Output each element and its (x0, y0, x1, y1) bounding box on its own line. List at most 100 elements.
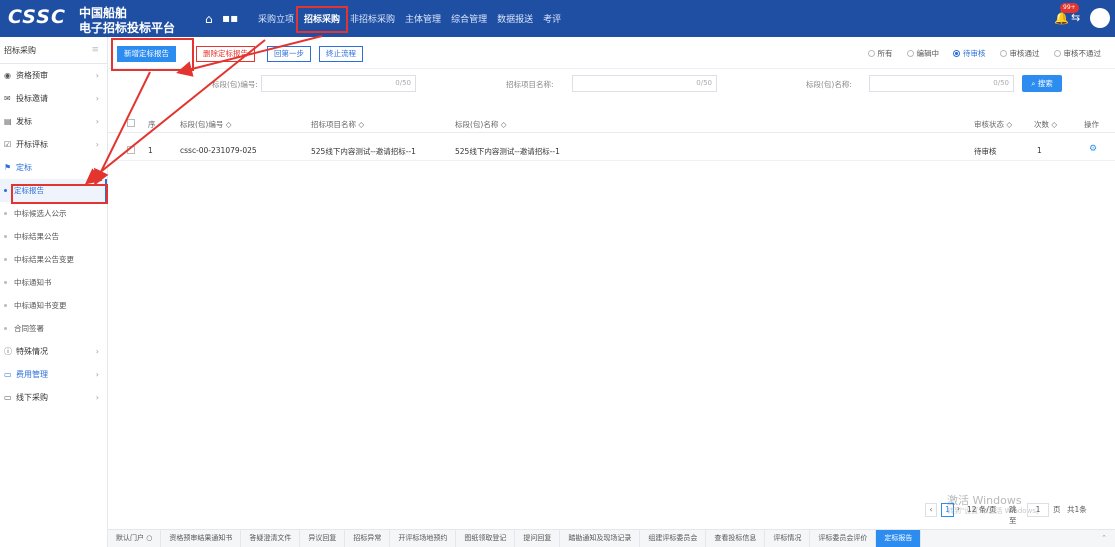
sidebar-item[interactable]: ▤ 发标 › (0, 110, 107, 133)
tab[interactable]: 资格预审结果通知书 (161, 530, 242, 547)
col-status[interactable]: 审核状态 ◇ (974, 119, 1012, 130)
tab[interactable]: 踏勘通知及现场记录 (560, 530, 641, 547)
sidebar-title: 招标采购 ≡ (0, 37, 107, 64)
flag-icon: ⚑ (4, 163, 12, 172)
sidebar-item-label: 开标评标 (16, 140, 48, 149)
project-input[interactable]: 0/50 (572, 75, 717, 92)
per-page-select[interactable]: 12 条/页 (967, 504, 996, 515)
nav-item[interactable]: 考评 (543, 12, 561, 25)
search-button[interactable]: ⌕ 搜索 (1022, 75, 1062, 92)
tab[interactable]: 答疑澄清文件 (241, 530, 301, 547)
char-count: 0/50 (993, 79, 1009, 87)
menu-icon[interactable]: ≡ (91, 37, 99, 64)
brand-line-2: 电子招标投标平台 (79, 21, 176, 35)
top-header: CSSC 中国船舶 电子招标投标平台 ⌂ ▪▪ 采购立项 招标采购 非招标采购 … (0, 0, 1115, 37)
dot-icon (4, 212, 7, 215)
sidebar-subitem[interactable]: 中标候选人公示 (0, 202, 107, 225)
gear-icon[interactable]: ⚙ (1089, 144, 1097, 154)
delete-report-button[interactable]: 删除定标报告 (196, 46, 255, 62)
page-number[interactable]: 1 (941, 503, 954, 517)
chevron-right-icon: › (95, 393, 99, 402)
dot-icon (4, 304, 7, 307)
tab[interactable]: 图纸领取登记 (456, 530, 516, 547)
chevron-right-icon: › (95, 117, 99, 126)
sidebar-subitem[interactable]: 中标通知书变更 (0, 294, 107, 317)
home-icon[interactable]: ⌂ (205, 12, 213, 26)
sidebar-subitem-label: 合同签署 (14, 324, 44, 333)
prev-page-button[interactable]: ‹ (925, 503, 937, 517)
sidebar-item[interactable]: ◉ 资格预审 › (0, 64, 107, 87)
sidebar-item-expanded[interactable]: ⚑ 定标 (0, 156, 107, 179)
col-code[interactable]: 标段(包)编号 ◇ (180, 119, 232, 130)
radio-selected-icon (953, 50, 960, 57)
col-count[interactable]: 次数 ◇ (1034, 119, 1057, 130)
toolbar: 新增定标报告 删除定标报告 回第一步 终止流程 所有 编辑中 待审核 审核通过 … (108, 37, 1115, 69)
annotation-box-sidebar (11, 184, 108, 204)
jump-input[interactable]: 1 (1027, 503, 1049, 517)
sidebar-item[interactable]: ✉ 投标邀请 › (0, 87, 107, 110)
nav-item[interactable]: 主体管理 (405, 12, 441, 25)
col-project[interactable]: 招标项目名称 ◇ (311, 119, 364, 130)
name-label: 标段(包)名称: (806, 80, 852, 89)
tab[interactable]: 查看投标信息 (706, 530, 766, 547)
switch-icon[interactable]: ⇆ (1071, 11, 1080, 24)
check-icon: ☑ (4, 140, 12, 149)
tab[interactable]: 招标异常 (345, 530, 391, 547)
nav-item[interactable]: 非招标采购 (350, 12, 395, 25)
tab[interactable]: 异议回复 (300, 530, 346, 547)
dot-icon (4, 281, 7, 284)
table-row[interactable]: 1 cssc-00-231079-025 525线下内容测试--邀请招标--1 … (108, 141, 1115, 161)
info-icon: ⓘ (4, 347, 12, 356)
sidebar-item[interactable]: ☑ 开标评标 › (0, 133, 107, 156)
status-filter: 所有 编辑中 待审核 审核通过 审核不通过 (854, 48, 1101, 59)
name-input[interactable]: 0/50 (869, 75, 1014, 92)
radio-pending[interactable]: 待审核 (953, 48, 986, 59)
search-icon: ⌕ (1031, 79, 1038, 88)
sidebar-item-label: 资格预审 (16, 71, 48, 80)
row-checkbox[interactable] (127, 146, 135, 154)
folder-icon: ▭ (4, 393, 12, 402)
code-input[interactable]: 0/50 (261, 75, 416, 92)
chevron-right-icon: › (95, 370, 99, 379)
avatar[interactable] (1090, 8, 1110, 28)
refresh-icon: ○ (146, 534, 153, 542)
radio-approved[interactable]: 审核通过 (999, 48, 1040, 59)
sidebar-item[interactable]: ▭ 线下采购 › (0, 386, 107, 409)
sidebar-subitem[interactable]: 中标通知书 (0, 271, 107, 294)
radio-rejected[interactable]: 审核不通过 (1053, 48, 1101, 59)
sidebar-subitem[interactable]: 合同签署 (0, 317, 107, 340)
tab[interactable]: 开评标场地预约 (390, 530, 457, 547)
tab-portal[interactable]: 默认门户 ○ (108, 530, 162, 547)
nav-item[interactable]: 采购立项 (258, 12, 294, 25)
radio-label: 待审核 (963, 49, 986, 58)
sidebar-subitem[interactable]: 中标结果公告 (0, 225, 107, 248)
tab[interactable]: 评标委员会评价 (810, 530, 877, 547)
select-all-checkbox[interactable] (127, 119, 135, 127)
col-name[interactable]: 标段(包)名称 ◇ (455, 119, 507, 130)
grid-icon[interactable]: ▪▪ (222, 11, 238, 25)
tab[interactable]: 组建评标委员会 (640, 530, 707, 547)
sidebar-item[interactable]: ⓘ 特殊情况 › (0, 340, 107, 363)
tab-active[interactable]: 定标报告 (876, 530, 922, 547)
row-project: 525线下内容测试--邀请招标--1 (311, 147, 416, 156)
terminate-button[interactable]: 终止流程 (319, 46, 363, 62)
sidebar-item[interactable]: ▭ 费用管理 › (0, 363, 107, 386)
sidebar-item-label: 投标邀请 (16, 94, 48, 103)
radio-all[interactable]: 所有 (867, 48, 893, 59)
nav-item[interactable]: 综合管理 (451, 12, 487, 25)
row-code: cssc-00-231079-025 (180, 146, 257, 155)
sidebar-subitem-label: 中标通知书 (14, 278, 52, 287)
tab[interactable]: 评标情况 (765, 530, 811, 547)
bell-icon[interactable]: 🔔 (1054, 11, 1069, 25)
radio-label: 审核通过 (1009, 49, 1040, 58)
tab[interactable]: 提问回复 (515, 530, 561, 547)
nav-item[interactable]: 数据报送 (497, 12, 533, 25)
next-page-icon[interactable]: › (957, 504, 960, 513)
dot-icon (4, 327, 7, 330)
radio-editing[interactable]: 编辑中 (906, 48, 939, 59)
table-header: 序 标段(包)编号 ◇ 招标项目名称 ◇ 标段(包)名称 ◇ 审核状态 ◇ 次数… (108, 114, 1115, 133)
back-step-button[interactable]: 回第一步 (267, 46, 311, 62)
collapse-icon[interactable]: ⌃ (1093, 530, 1115, 547)
search-button-label: 搜索 (1037, 79, 1053, 88)
sidebar-subitem[interactable]: 中标结果公告变更 (0, 248, 107, 271)
